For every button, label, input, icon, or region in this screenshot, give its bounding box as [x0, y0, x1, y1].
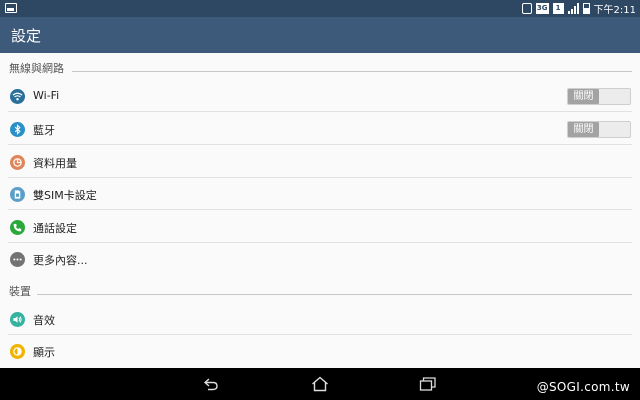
settings-item-label: 顯示	[33, 346, 55, 359]
section-header-wireless: 無線與網路	[0, 55, 640, 77]
sound-icon	[10, 312, 25, 327]
home-icon[interactable]	[310, 374, 330, 394]
settings-item-display[interactable]: 顯示	[0, 335, 640, 367]
status-time: 下午2:11	[593, 5, 636, 16]
sim-card-icon	[10, 187, 25, 202]
section-divider	[37, 294, 632, 295]
status-bar: 3G 1 下午2:11	[0, 0, 640, 17]
settings-item-label: Wi-Fi	[33, 89, 60, 102]
vibrate-icon	[521, 3, 532, 14]
navigation-bar: @SOGI.com.tw	[0, 368, 640, 400]
network-type-icon: 3G	[535, 3, 549, 14]
settings-item-label: 藍牙	[33, 124, 55, 137]
more-icon	[10, 252, 25, 267]
action-bar: 設定	[0, 17, 640, 53]
wifi-toggle[interactable]: 關閉	[567, 88, 631, 105]
battery-icon	[582, 3, 590, 14]
signal-icon	[567, 3, 579, 14]
row-divider	[8, 209, 632, 210]
settings-item-call-settings[interactable]: 通話設定	[0, 211, 640, 243]
settings-item-label: 更多內容...	[33, 254, 88, 267]
bluetooth-toggle[interactable]: 關閉	[567, 121, 631, 138]
settings-item-label: 音效	[33, 314, 55, 327]
row-divider	[8, 144, 632, 145]
row-divider	[8, 111, 632, 112]
watermark: @SOGI.com.tw	[536, 380, 630, 394]
settings-item-label: 資料用量	[33, 157, 77, 170]
phone-icon	[10, 220, 25, 235]
page-title: 設定	[11, 27, 42, 45]
recent-apps-icon[interactable]	[418, 374, 438, 394]
notification-icon	[5, 3, 17, 13]
settings-list[interactable]: 無線與網路 Wi-Fi 關閉 藍牙 關閉 資料用量 雙SIM卡設定 通話設定 更…	[0, 53, 640, 368]
status-icons: 3G 1 下午2:11	[521, 1, 636, 16]
settings-item-dual-sim[interactable]: 雙SIM卡設定	[0, 178, 640, 210]
settings-item-label: 雙SIM卡設定	[33, 189, 97, 202]
toggle-state-label: 關閉	[568, 89, 599, 104]
wifi-icon	[10, 89, 25, 104]
section-header-device: 裝置	[0, 278, 640, 300]
settings-item-wifi[interactable]: Wi-Fi 關閉	[0, 80, 640, 112]
settings-item-sound[interactable]: 音效	[0, 303, 640, 335]
back-icon[interactable]	[201, 374, 221, 394]
sim-icon: 1	[552, 3, 564, 14]
section-header-label: 無線與網路	[9, 62, 64, 75]
display-icon	[10, 344, 25, 359]
settings-item-more[interactable]: 更多內容...	[0, 243, 640, 275]
settings-item-label: 通話設定	[33, 222, 77, 235]
section-divider	[72, 71, 632, 72]
toggle-state-label: 關閉	[568, 122, 599, 137]
bluetooth-icon	[10, 122, 25, 137]
settings-item-data-usage[interactable]: 資料用量	[0, 146, 640, 178]
section-header-label: 裝置	[9, 285, 31, 298]
data-usage-icon	[10, 155, 25, 170]
settings-item-bluetooth[interactable]: 藍牙 關閉	[0, 113, 640, 145]
